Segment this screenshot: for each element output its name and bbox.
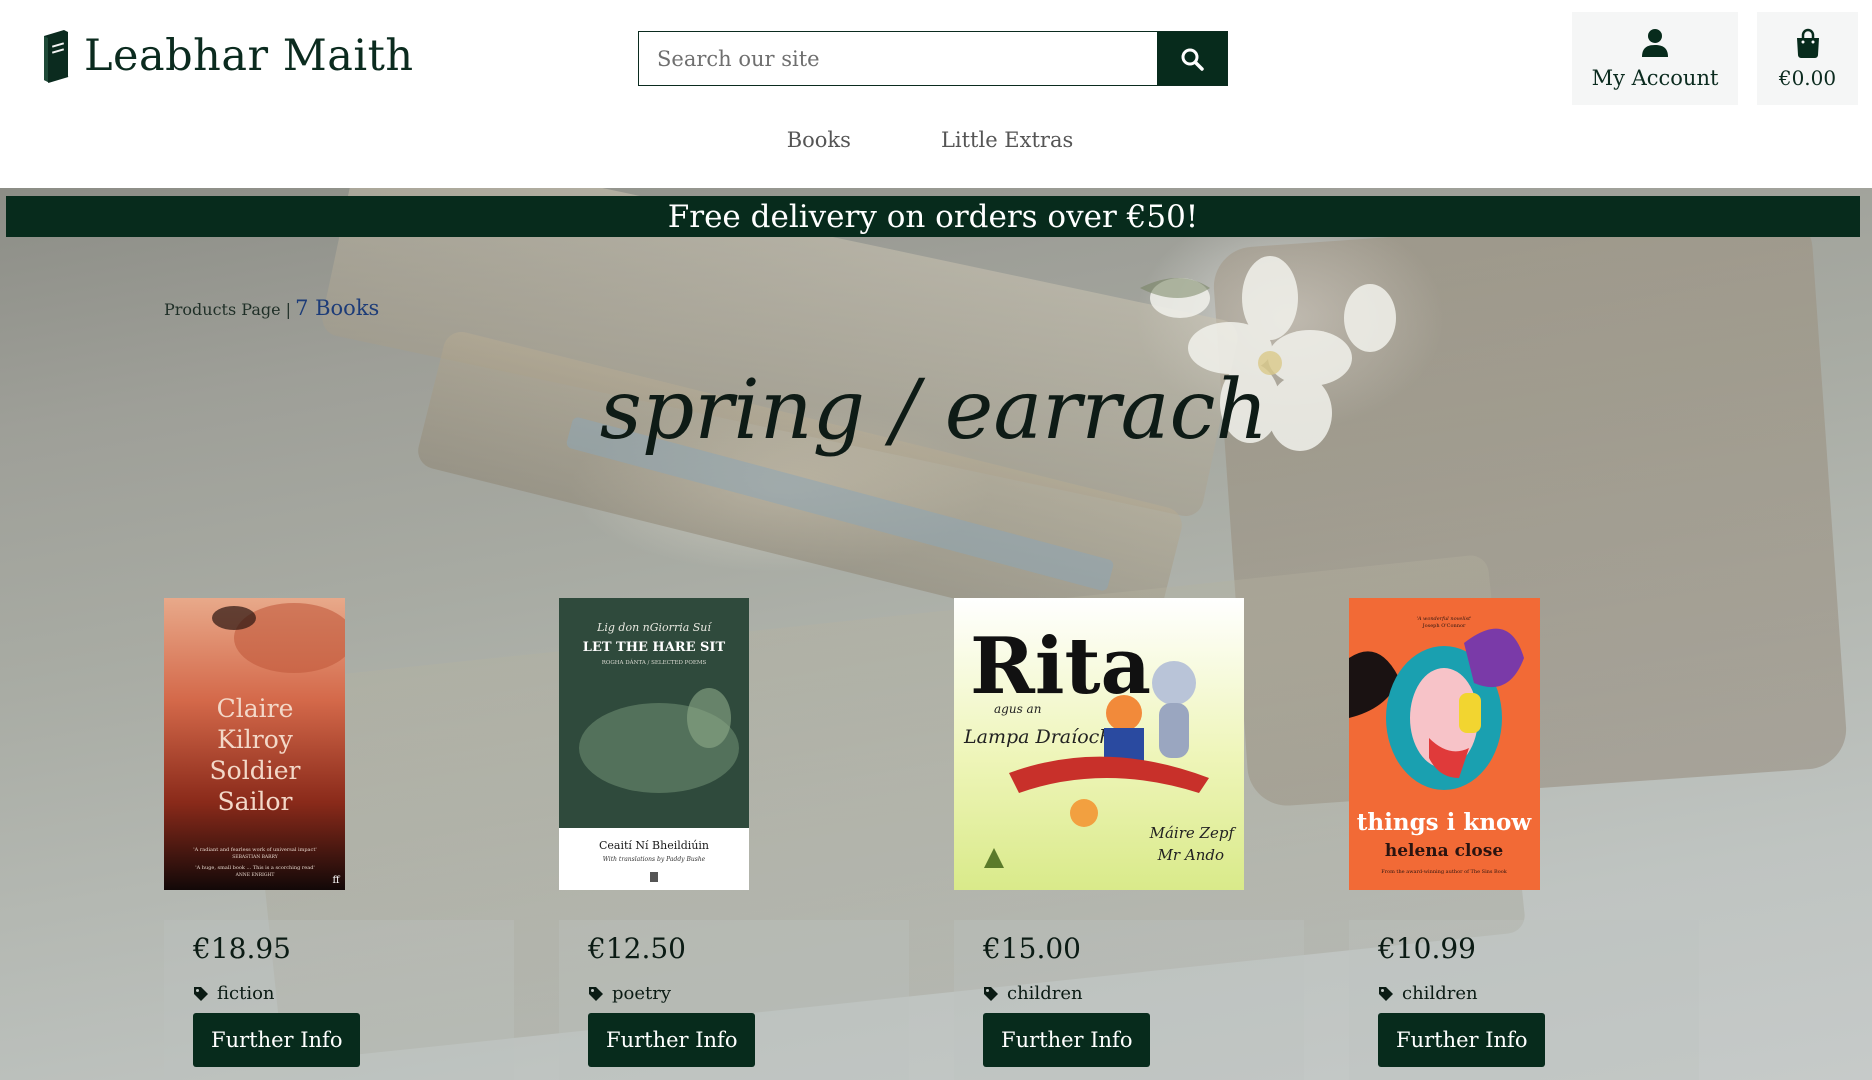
- cover-text: Joseph O'Connor: [1422, 623, 1466, 629]
- user-icon: [1642, 28, 1668, 57]
- search-button[interactable]: [1157, 32, 1227, 85]
- cover-text: 'A radiant and fearless work of universa…: [193, 847, 316, 853]
- shopping-bag-icon: [1796, 28, 1819, 58]
- tag-label: poetry: [612, 983, 672, 1004]
- cover-text: Lig don nGiorria Suí: [596, 621, 712, 634]
- product-card: Claire Kilroy Soldier Sailor 'A radiant …: [164, 598, 514, 1080]
- cover-text: Sailor: [217, 787, 292, 816]
- svg-text:ff: ff: [332, 875, 340, 886]
- site-header: Leabhar Maith My Account €0.00 Books Lit…: [0, 0, 1872, 188]
- product-price: €10.99: [1378, 932, 1476, 965]
- tag-label: children: [1402, 983, 1478, 1004]
- search-input[interactable]: [639, 32, 1157, 85]
- tag-label: children: [1007, 983, 1083, 1004]
- product-price: €12.50: [588, 932, 686, 965]
- cover-text: things i know: [1357, 809, 1533, 836]
- tag-icon: [984, 986, 998, 1001]
- tag-icon: [589, 986, 603, 1001]
- brand-name: Leabhar Maith: [84, 31, 414, 81]
- book-logo-icon: [44, 30, 69, 83]
- book-cover-rita[interactable]: Rita agus an Lampa Draíochta Máire Zepf …: [954, 598, 1244, 890]
- cover-text: Mr Ando: [1157, 846, 1224, 864]
- product-card: Lig don nGiorria Suí LET THE HARE SIT RO…: [559, 598, 909, 1080]
- cover-text: helena close: [1385, 841, 1503, 861]
- tag-icon: [194, 986, 208, 1001]
- further-info-button[interactable]: Further Info: [588, 1013, 756, 1067]
- tag-icon: [1379, 986, 1393, 1001]
- product-tag[interactable]: children: [1378, 983, 1478, 1004]
- breadcrumb-page[interactable]: Products Page |: [164, 300, 291, 319]
- nav-little-extras[interactable]: Little Extras: [941, 128, 1073, 152]
- my-account-button[interactable]: My Account: [1572, 12, 1738, 105]
- cover-text: From the award-winning author of The Sin…: [1381, 869, 1507, 875]
- cover-text: ROGHA DÁNTA / SELECTED POEMS: [602, 659, 707, 666]
- product-card: Rita agus an Lampa Draíochta Máire Zepf …: [954, 598, 1304, 1080]
- product-price: €18.95: [193, 932, 291, 965]
- search-icon: [1181, 48, 1204, 71]
- nav-books[interactable]: Books: [787, 128, 851, 152]
- product-price: €15.00: [983, 932, 1081, 965]
- cover-text: agus an: [994, 702, 1041, 716]
- cover-text: Soldier: [210, 756, 301, 785]
- search-bar: [638, 31, 1228, 86]
- further-info-button[interactable]: Further Info: [193, 1013, 361, 1067]
- promo-text: Free delivery on orders over €50!: [667, 198, 1199, 235]
- tag-label: fiction: [217, 983, 275, 1004]
- book-cover-soldier-sailor[interactable]: Claire Kilroy Soldier Sailor 'A radiant …: [164, 598, 345, 890]
- cover-text: Claire: [217, 694, 294, 723]
- product-tag[interactable]: poetry: [588, 983, 671, 1004]
- book-cover-things-i-know[interactable]: 'A wonderful novelist' Joseph O'Connor t…: [1349, 598, 1540, 890]
- further-info-button[interactable]: Further Info: [983, 1013, 1151, 1067]
- cover-text: With translations by Paddy Bushe: [603, 856, 706, 863]
- main-nav: Books Little Extras: [0, 128, 1872, 152]
- cover-text: SEBASTIAN BARRY: [232, 854, 279, 860]
- product-tag[interactable]: children: [983, 983, 1083, 1004]
- cover-text: 'A huge, small book ... This is a scorch…: [195, 865, 315, 871]
- cover-text: Máire Zepf: [1149, 824, 1237, 842]
- book-cover-let-the-hare-sit[interactable]: Lig don nGiorria Suí LET THE HARE SIT RO…: [559, 598, 749, 890]
- promo-banner: Free delivery on orders over €50!: [6, 196, 1860, 237]
- hero-section: Free delivery on orders over €50! Produc…: [0, 188, 1872, 1080]
- product-count: 7 Books: [295, 296, 380, 320]
- cover-text: Kilroy: [217, 725, 294, 754]
- product-card: 'A wonderful novelist' Joseph O'Connor t…: [1349, 598, 1699, 1080]
- cart-button[interactable]: €0.00: [1757, 12, 1858, 105]
- cover-text: LET THE HARE SIT: [583, 640, 726, 655]
- further-info-button[interactable]: Further Info: [1378, 1013, 1546, 1067]
- cover-text: Ceaití Ní Bheildiúin: [599, 839, 709, 852]
- page-title: spring / earrach: [600, 363, 1273, 458]
- breadcrumb: Products Page | 7 Books: [164, 296, 379, 320]
- cover-text: 'A wonderful novelist': [1416, 616, 1471, 622]
- cover-text: ANNE ENRIGHT: [235, 872, 275, 878]
- my-account-label: My Account: [1591, 65, 1719, 90]
- logo[interactable]: Leabhar Maith: [40, 28, 414, 84]
- cart-total: €0.00: [1778, 65, 1837, 90]
- product-tag[interactable]: fiction: [193, 983, 275, 1004]
